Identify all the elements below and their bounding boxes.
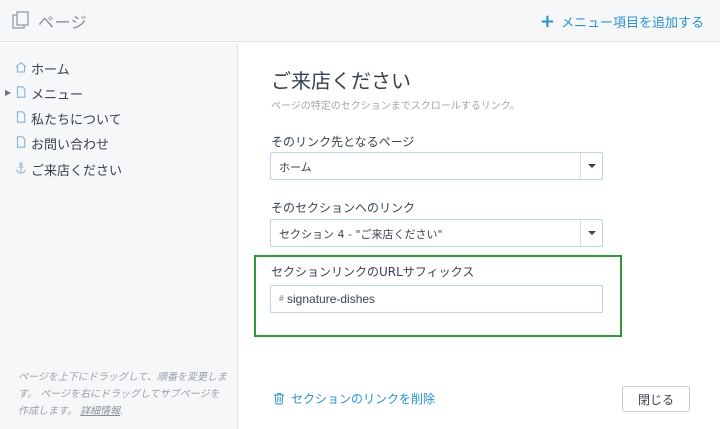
add-menu-item-button[interactable]: + メニュー項目を追加する [540, 12, 704, 31]
page-select-value: ホーム [279, 161, 312, 174]
add-menu-item-label: メニュー項目を追加する [560, 16, 704, 31]
sidebar: ホーム ▶ メニュー 私たちについて お問い合わせ ご来店ください ページを上下… [0, 43, 238, 429]
trash-icon [274, 393, 284, 405]
learn-more-link[interactable]: 詳細情報 [80, 406, 120, 417]
page-select-toggle[interactable] [580, 153, 602, 179]
expand-arrow-icon[interactable]: ▶ [5, 88, 11, 97]
caret-down-icon [588, 231, 596, 235]
section-select[interactable]: セクション 4 - "ご来店ください" [270, 219, 603, 247]
sidebar-item-visit-us[interactable]: ご来店ください [0, 157, 238, 179]
plus-icon: + [539, 10, 555, 32]
section-link-panel: ご来店ください ページの特定のセクションまでスクロールするリンク。 そのリンク先… [239, 43, 720, 429]
delete-section-link-button[interactable]: セクションのリンクを削除 [273, 390, 435, 407]
page-select[interactable]: ホーム [270, 152, 603, 180]
sidebar-item-label: お問い合わせ [31, 138, 110, 153]
delete-section-link-label: セクションのリンクを削除 [291, 392, 436, 406]
sidebar-hint-end: . [120, 406, 124, 417]
page-select-label: そのリンク先となるページ [271, 135, 415, 149]
sidebar-item-label: 私たちについて [31, 113, 122, 128]
sidebar-item-label: ホーム [31, 63, 70, 78]
sidebar-item-label: ご来店ください [31, 164, 123, 179]
sidebar-item-about-us[interactable]: 私たちについて [0, 106, 238, 128]
page-title-header: ページ [38, 13, 88, 32]
section-select-value: セクション 4 - "ご来店ください" [279, 228, 443, 241]
sidebar-item-menu[interactable]: ▶ メニュー [0, 81, 238, 103]
sidebar-item-home[interactable]: ホーム [0, 56, 238, 78]
top-bar: ページ + メニュー項目を追加する [0, 0, 720, 42]
url-suffix-value: signature-dishes [287, 292, 376, 306]
hash-prefix: # [278, 294, 285, 303]
sidebar-item-label: メニュー [31, 88, 84, 103]
panel-title: ご来店ください [271, 69, 411, 93]
page-icon [16, 136, 26, 148]
panel-subtitle: ページの特定のセクションまでスクロールするリンク。 [271, 101, 520, 112]
caret-down-icon [588, 164, 596, 168]
url-suffix-label: セクションリンクのURLサフィックス [271, 265, 475, 279]
url-suffix-input[interactable]: # signature-dishes [270, 285, 603, 313]
home-icon [15, 61, 27, 73]
anchor-icon [16, 162, 26, 174]
section-select-toggle[interactable] [580, 220, 602, 246]
page-icon [16, 86, 26, 98]
sidebar-hint: ページを上下にドラッグして、順番を変更します。 ページを右にドラッグしてサブペー… [18, 369, 228, 420]
close-button[interactable]: 閉じる [622, 386, 690, 412]
pages-icon [12, 11, 29, 29]
section-select-label: そのセクションへのリンク [271, 201, 416, 215]
sidebar-item-contact[interactable]: お問い合わせ [0, 131, 238, 153]
page-icon [16, 111, 26, 123]
